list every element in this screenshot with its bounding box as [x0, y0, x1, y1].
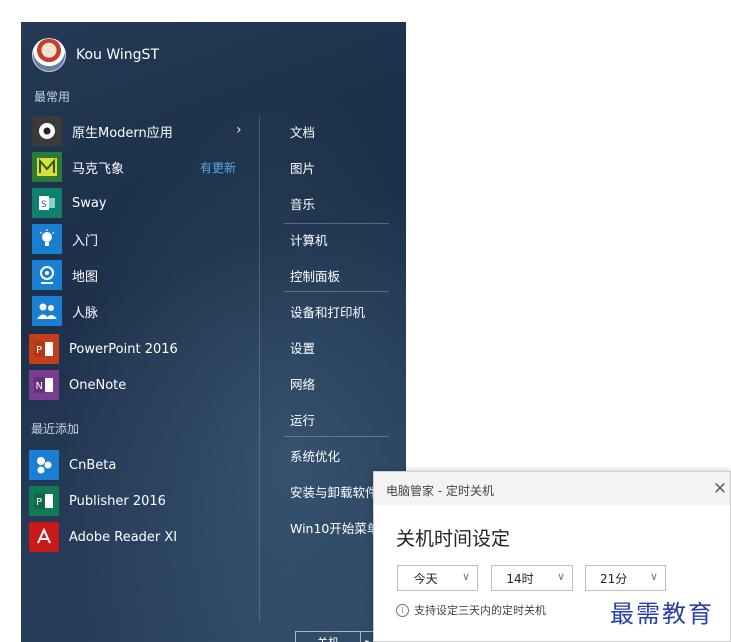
minute-select[interactable]: 21分 ∨: [585, 565, 666, 591]
app-get-started[interactable]: 入门: [32, 223, 98, 255]
start-menu: Kou WingST 最常用 原生Modern应用 › 马克飞象 有更新 S S…: [21, 22, 406, 642]
app-label: OneNote: [69, 377, 127, 393]
app-people[interactable]: 人脉: [32, 295, 98, 327]
right-item-settings[interactable]: 设置: [290, 338, 315, 357]
publisher-icon: P: [29, 486, 59, 516]
app-label: PowerPoint 2016: [69, 341, 178, 357]
app-onenote[interactable]: N OneNote: [29, 369, 126, 401]
modern-apps-icon: [32, 116, 62, 146]
right-item-network[interactable]: 网络: [290, 374, 315, 393]
user-account[interactable]: Kou WingST: [32, 38, 159, 72]
right-item-devices-printers[interactable]: 设备和打印机: [290, 302, 365, 321]
app-sway[interactable]: S Sway: [32, 187, 107, 219]
app-label: 地图: [72, 269, 99, 285]
right-item-install-uninstall[interactable]: 安装与卸载软件: [290, 482, 378, 501]
right-item-system-optimize[interactable]: 系统优化: [290, 446, 340, 465]
app-publisher[interactable]: P Publisher 2016: [29, 485, 166, 517]
right-item-documents[interactable]: 文档: [290, 122, 315, 141]
right-item-win10-start-menu[interactable]: Win10开始菜单: [290, 518, 379, 537]
app-label: Adobe Reader XI: [69, 529, 178, 545]
user-name[interactable]: Kou WingST: [76, 47, 159, 63]
svg-text:P: P: [36, 345, 42, 356]
close-icon[interactable]: ✕: [710, 479, 730, 499]
svg-text:N: N: [36, 381, 43, 392]
svg-text:S: S: [41, 200, 47, 210]
adobe-reader-icon: [29, 522, 59, 552]
app-label: 马克飞象: [72, 161, 125, 177]
app-maxiang[interactable]: 马克飞象: [32, 151, 124, 183]
column-divider: [259, 116, 260, 622]
dialog-title: 电脑管家 - 定时关机: [386, 484, 494, 498]
app-label: 人脉: [72, 305, 99, 321]
chevron-down-icon: ∨: [461, 570, 470, 583]
watermark: 最需教育: [610, 600, 714, 628]
cnbeta-icon: [29, 450, 59, 480]
recent-section-title: 最近添加: [31, 422, 80, 436]
app-label: CnBeta: [69, 457, 117, 473]
app-adobe-reader[interactable]: Adobe Reader XI: [29, 521, 177, 553]
app-powerpoint[interactable]: P PowerPoint 2016: [29, 333, 178, 365]
app-label: 入门: [72, 233, 99, 249]
app-label: Publisher 2016: [69, 493, 166, 509]
lightbulb-icon: [32, 224, 62, 254]
app-label: 原生Modern应用: [72, 125, 173, 141]
right-separator: [284, 291, 389, 292]
chevron-right-icon[interactable]: ›: [236, 122, 242, 138]
powerpoint-icon: P: [29, 334, 59, 364]
update-badge[interactable]: 有更新: [200, 159, 236, 176]
info-icon: i: [396, 603, 409, 617]
shutdown-button[interactable]: 关机: [295, 631, 361, 642]
sway-icon: S: [32, 188, 62, 218]
frequent-section-title: 最常用: [34, 90, 71, 104]
day-select[interactable]: 今天 ∨: [397, 565, 478, 591]
chevron-down-icon: ∨: [649, 570, 658, 583]
chevron-down-icon: ∨: [556, 570, 565, 583]
right-item-run[interactable]: 运行: [290, 410, 315, 429]
people-icon: [32, 296, 62, 326]
hint-text: 支持设定三天内的定时关机: [414, 604, 546, 617]
hint-row: i 支持设定三天内的定时关机: [396, 602, 546, 618]
right-item-pictures[interactable]: 图片: [290, 158, 315, 177]
svg-text:P: P: [36, 497, 42, 508]
app-maps[interactable]: 地图: [32, 259, 98, 291]
hour-select[interactable]: 14时 ∨: [491, 565, 573, 591]
shutdown-timer-dialog: 电脑管家 - 定时关机 ✕ 关机时间设定 今天 ∨ 14时 ∨ 21分 ∨ i …: [373, 471, 731, 642]
right-item-computer[interactable]: 计算机: [290, 230, 328, 249]
dialog-heading: 关机时间设定: [396, 528, 511, 550]
right-separator: [284, 223, 389, 224]
app-cnbeta[interactable]: CnBeta: [29, 449, 116, 481]
maxiang-icon: [32, 152, 62, 182]
user-avatar[interactable]: [32, 38, 66, 72]
app-label: Sway: [72, 195, 107, 211]
app-modern-apps[interactable]: 原生Modern应用: [32, 115, 173, 147]
onenote-icon: N: [29, 370, 59, 400]
right-item-control-panel[interactable]: 控制面板: [290, 266, 340, 285]
right-item-music[interactable]: 音乐: [290, 194, 315, 213]
dialog-titlebar: 电脑管家 - 定时关机 ✕: [374, 472, 730, 505]
maps-icon: [32, 260, 62, 290]
day-value: 今天: [413, 571, 438, 586]
hour-value: 14时: [506, 571, 534, 586]
minute-value: 21分: [600, 571, 628, 586]
right-separator: [284, 436, 389, 437]
